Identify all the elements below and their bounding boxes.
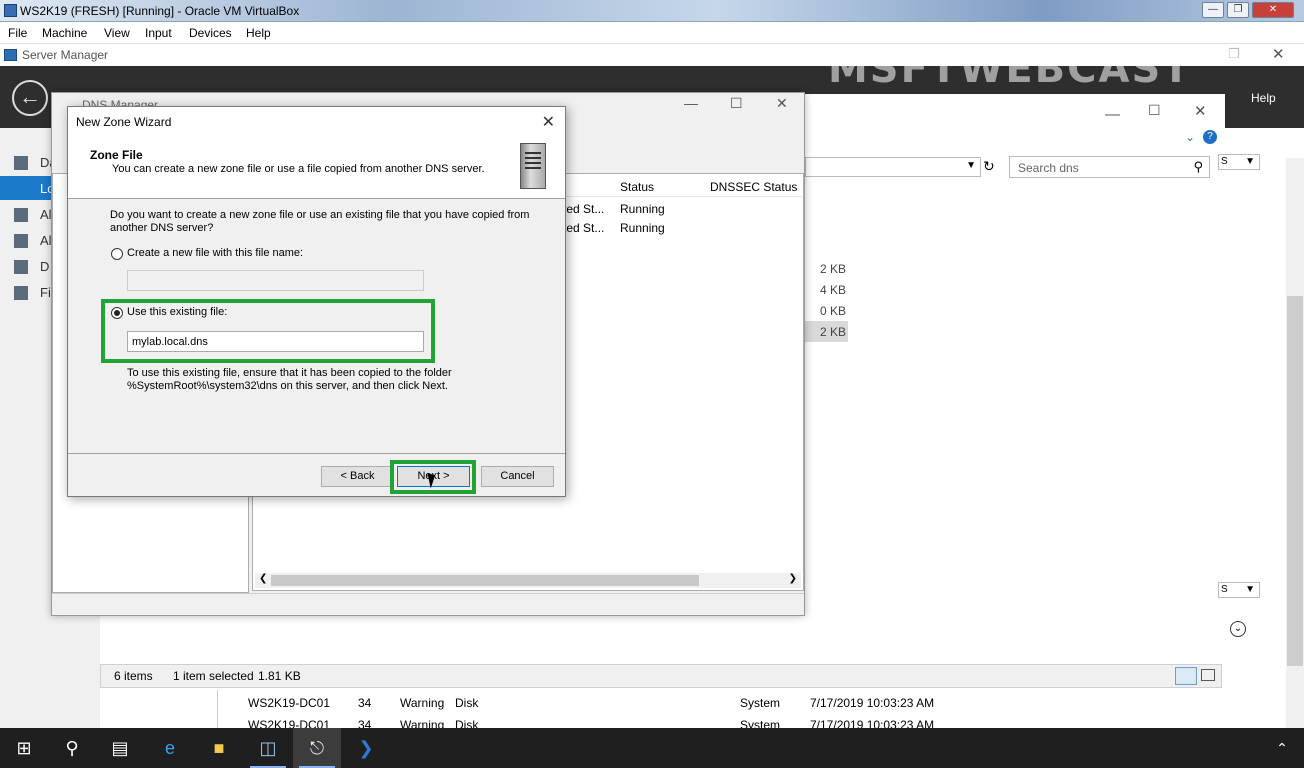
events-table: WS2K19-DC01 34 Warning Disk System 7/17/… — [217, 690, 1240, 728]
server-manager-icon — [4, 49, 17, 61]
ad-icon — [14, 234, 28, 248]
internet-explorer-icon[interactable]: e — [146, 728, 194, 768]
vertical-scrollbar[interactable] — [1286, 158, 1304, 728]
horizontal-scrollbar[interactable]: ❮ ❯ — [255, 573, 801, 588]
scroll-thumb[interactable] — [271, 575, 699, 586]
wizard-title: New Zone Wizard — [76, 115, 172, 129]
column-dnssec-status[interactable]: DNSSEC Status — [710, 180, 797, 194]
close-icon[interactable]: ✕ — [1252, 2, 1294, 18]
panel-restore-icon[interactable]: ☐ — [1148, 102, 1161, 119]
sm-restore-icon[interactable]: ❐ — [1228, 46, 1240, 62]
expand-icon[interactable]: ⌄ — [1230, 621, 1246, 637]
tasks-dropdown[interactable]: S ▼ — [1218, 154, 1260, 170]
dns-close-icon[interactable]: ✕ — [776, 95, 788, 112]
help-icon[interactable]: ? — [1203, 130, 1217, 144]
list-item[interactable]: ted St... Running — [563, 201, 803, 219]
file-icon — [14, 286, 28, 300]
step-subtitle: You can create a new zone file or use a … — [112, 163, 485, 175]
menu-input[interactable]: Input — [145, 26, 172, 40]
tasks-dropdown-2[interactable]: S ▼ — [1218, 582, 1260, 598]
search-icon[interactable]: ⚲ — [48, 728, 96, 768]
step-title: Zone File — [90, 148, 143, 162]
scroll-right-icon[interactable]: ❯ — [789, 573, 797, 584]
scroll-thumb[interactable] — [1287, 296, 1303, 666]
create-new-file-radio[interactable] — [111, 248, 123, 260]
menu-view[interactable]: View — [104, 26, 130, 40]
size-cell: 0 KB — [820, 304, 847, 318]
search-input[interactable]: Search dns ⚲ — [1009, 156, 1210, 178]
selected-row[interactable]: 2 KB — [805, 321, 848, 342]
items-count: 6 items — [114, 669, 153, 683]
sm-close-icon[interactable]: ✕ — [1272, 45, 1285, 63]
existing-file-highlight — [101, 299, 435, 363]
question-text: Do you want to create a new zone file or… — [110, 209, 530, 234]
menu-file[interactable]: File — [8, 26, 27, 40]
task-view-icon[interactable]: ▤ — [96, 728, 144, 768]
powershell-icon[interactable]: ❯ — [342, 728, 390, 768]
dns-manager-taskbar-icon[interactable]: ⎋ — [293, 728, 341, 768]
close-icon[interactable]: ✕ — [542, 112, 555, 132]
dns-status-bar — [52, 593, 804, 615]
windows-start-icon[interactable]: ⊞ — [0, 728, 48, 768]
file-explorer-icon[interactable]: ■ — [195, 728, 243, 768]
menu-bar: File Machine View Input Devices Help — [0, 22, 1304, 44]
server-icon — [520, 143, 546, 189]
column-status[interactable]: Status — [620, 180, 654, 194]
minimize-icon[interactable]: — — [1202, 2, 1224, 18]
scroll-left-icon[interactable]: ❮ — [259, 573, 267, 584]
back-button[interactable]: < Back — [321, 466, 394, 487]
dns-icon — [14, 260, 28, 274]
selected-count: 1 item selected — [173, 669, 254, 683]
virtualbox-icon — [4, 4, 17, 17]
selected-size: 1.81 KB — [258, 669, 301, 683]
details-view-icon[interactable] — [1175, 667, 1197, 685]
restore-icon[interactable]: ❐ — [1227, 2, 1249, 18]
wizard-header: Zone File You can create a new zone file… — [68, 137, 565, 199]
new-file-name-field[interactable] — [127, 270, 424, 291]
panel-minimize-icon[interactable]: — — [1105, 106, 1120, 123]
table-row[interactable]: WS2K19-DC01 34 Warning Disk System 7/17/… — [218, 718, 1218, 728]
menu-help[interactable]: Help — [246, 26, 271, 40]
instruction-note: To use this existing file, ensure that i… — [127, 367, 452, 392]
window-title: WS2K19 (FRESH) [Running] - Oracle VM Vir… — [20, 4, 300, 18]
size-cell: 2 KB — [820, 262, 847, 276]
filter-dropdown[interactable]: ▼ — [805, 157, 981, 177]
watermark: MSFTWEBCAST — [828, 46, 1192, 92]
chevron-up-icon[interactable]: ⌃ — [1262, 728, 1302, 768]
create-new-file-label[interactable]: Create a new file with this file name: — [127, 247, 303, 259]
cancel-button[interactable]: Cancel — [481, 466, 554, 487]
size-cell: 4 KB — [820, 283, 847, 297]
dropdown-arrow-icon: ▼ — [966, 160, 976, 171]
refresh-icon[interactable]: ↻ — [983, 158, 995, 175]
help-menu[interactable]: Help — [1251, 91, 1276, 105]
server-manager-title: Server Manager — [22, 48, 109, 62]
search-placeholder: Search dns — [1018, 161, 1079, 175]
status-bar: 6 items 1 item selected 1.81 KB — [100, 664, 1222, 688]
virtualbox-titlebar: WS2K19 (FRESH) [Running] - Oracle VM Vir… — [0, 0, 1304, 22]
list-item[interactable]: ted St... Running — [563, 220, 803, 238]
table-row[interactable]: WS2K19-DC01 34 Warning Disk System 7/17/… — [218, 696, 1218, 714]
dns-minimize-icon[interactable]: — — [684, 95, 698, 111]
servers-icon — [14, 208, 28, 222]
menu-devices[interactable]: Devices — [189, 26, 232, 40]
server-manager-taskbar-icon[interactable]: ◫ — [244, 728, 292, 768]
dns-maximize-icon[interactable]: ☐ — [730, 95, 743, 112]
wizard-titlebar: New Zone Wizard ✕ — [68, 107, 565, 137]
chevron-down-icon[interactable]: ⌄ — [1185, 130, 1195, 144]
search-icon[interactable]: ⚲ — [1193, 159, 1203, 175]
panel-close-icon[interactable]: ✕ — [1194, 102, 1207, 120]
preview-view-icon[interactable] — [1201, 669, 1215, 681]
menu-machine[interactable]: Machine — [42, 26, 87, 40]
taskbar: ⊞ ⚲ ▤ e ■ ◫ ⎋ ❯ ⌃ — [0, 728, 1304, 768]
dashboard-icon — [14, 156, 28, 170]
back-arrow-icon[interactable]: ← — [12, 80, 48, 116]
